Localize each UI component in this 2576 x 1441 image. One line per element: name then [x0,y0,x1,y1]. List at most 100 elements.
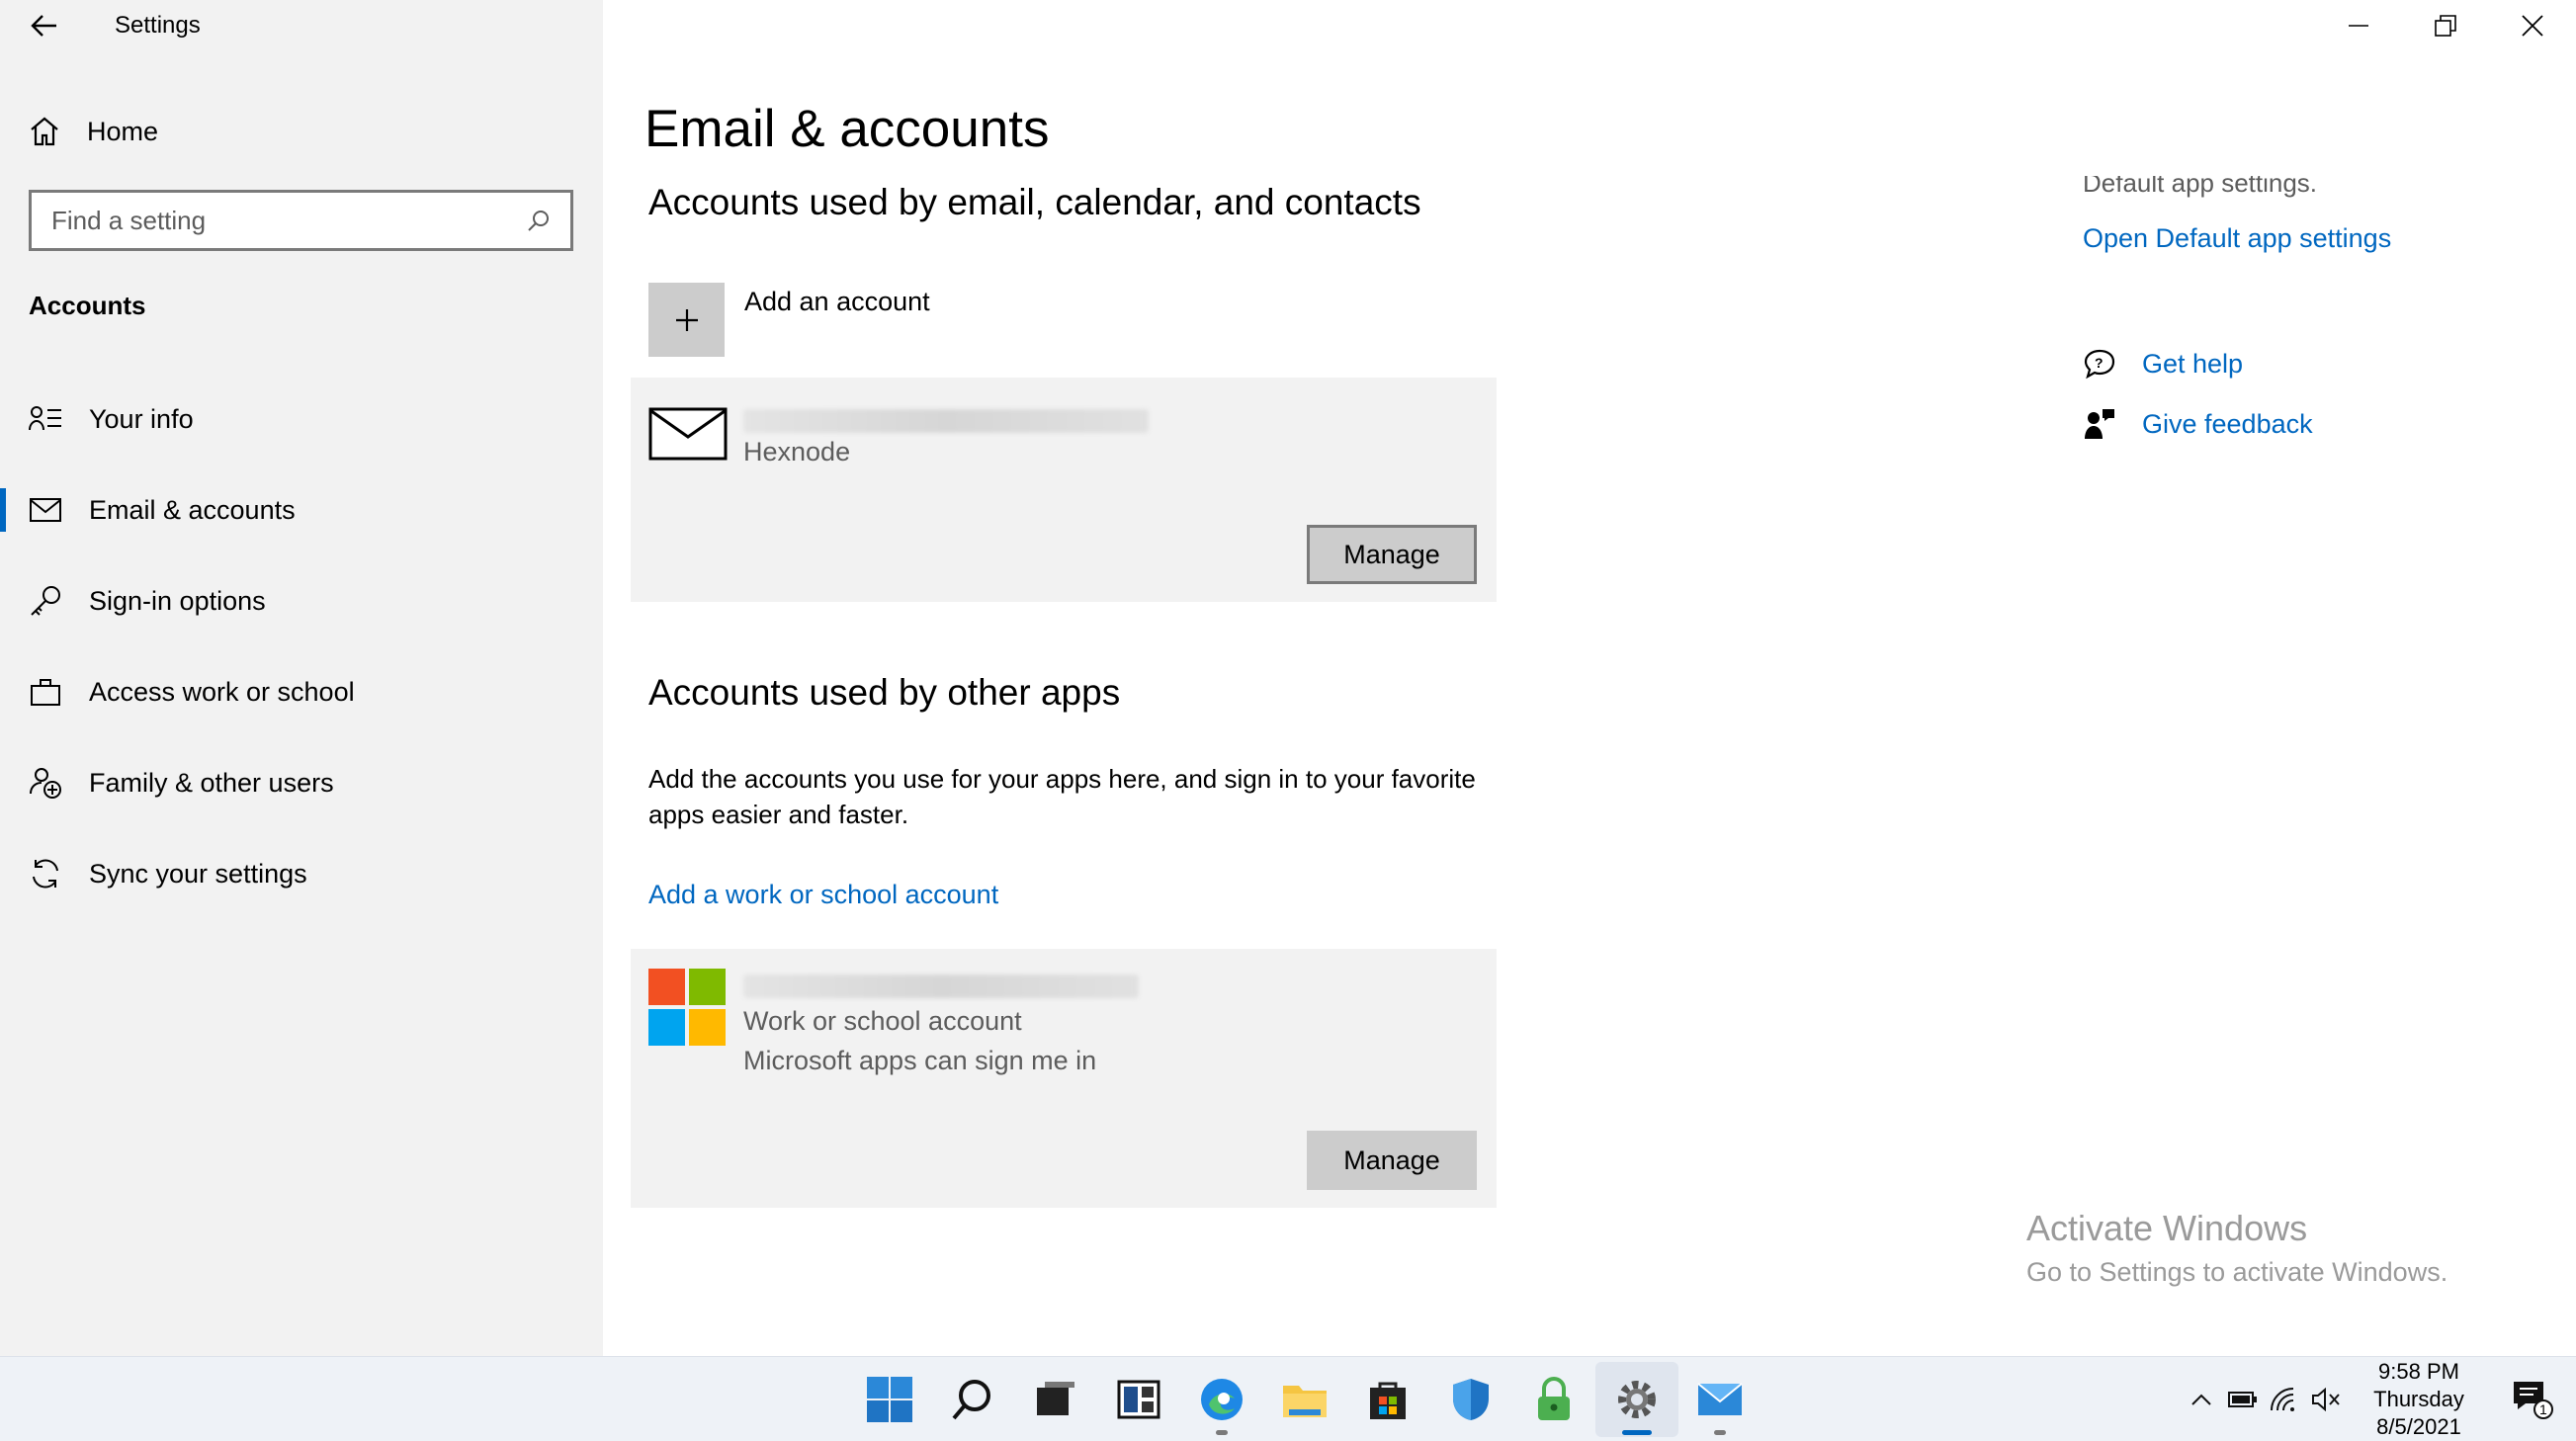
plus-icon [648,283,725,357]
settings-taskbar-button[interactable] [1595,1362,1678,1437]
mail-app-button[interactable] [1678,1362,1761,1437]
give-feedback-label: Give feedback [2142,408,2313,439]
sidebar-item-family-users[interactable]: Family & other users [0,737,603,828]
minimize-button[interactable] [2315,0,2402,51]
battery-icon [2228,1392,2257,1407]
search-box[interactable] [29,190,573,251]
sidebar-item-label: Sign-in options [89,585,266,616]
search-icon[interactable] [527,209,551,232]
email-account-card[interactable]: Hexnode Manage [631,378,1497,602]
chevron-up-icon [2191,1394,2211,1405]
restore-icon [2435,15,2456,37]
notification-count: 1 [2539,1401,2547,1417]
page-title: Email & accounts [644,100,1050,158]
network-button[interactable] [2264,1375,2305,1424]
work-account-card[interactable]: Work or school account Microsoft apps ca… [631,949,1497,1208]
store-button[interactable] [1346,1362,1429,1437]
watermark-title: Activate Windows [2026,1208,2308,1248]
sidebar-item-label: Sync your settings [89,858,307,889]
back-button[interactable] [0,0,89,51]
section-label: Accounts [29,291,146,320]
start-button[interactable] [848,1362,931,1437]
app-title: Settings [115,12,201,39]
clock[interactable]: 9:58 PM Thursday 8/5/2021 [2355,1358,2483,1441]
shield-icon [1453,1379,1489,1420]
back-arrow-icon [31,15,56,37]
redacted-account-name [743,975,1139,998]
account-detail: Microsoft apps can sign me in [743,1046,1097,1075]
restore-button[interactable] [2402,0,2489,51]
widgets-icon [1117,1380,1160,1419]
running-indicator [1622,1430,1652,1435]
sidebar-item-label: Family & other users [89,767,334,798]
window-controls [2315,0,2576,51]
widgets-button[interactable] [1097,1362,1180,1437]
vpn-lock-button[interactable] [1512,1362,1595,1437]
sidebar-item-label: Email & accounts [89,494,296,525]
search-input[interactable] [51,205,527,236]
security-button[interactable] [1429,1362,1512,1437]
account-type: Work or school account [743,1006,1022,1036]
mail-icon [28,492,63,528]
edge-icon [1201,1379,1243,1420]
svg-text:?: ? [2095,355,2104,371]
running-indicator [1714,1430,1726,1435]
other-apps-description: Add the accounts you use for your apps h… [648,764,1476,829]
lock-icon [1538,1377,1570,1420]
sidebar-item-label: Access work or school [89,676,355,707]
sidebar-item-sync-settings[interactable]: Sync your settings [0,828,603,919]
get-help-label: Get help [2142,348,2244,379]
store-bag-icon [1370,1382,1406,1419]
add-account-button[interactable]: Add an account [648,283,930,357]
taskbar-search-button[interactable] [931,1362,1014,1437]
notification-icon: 1 [2514,1382,2553,1419]
sidebar-item-home[interactable]: Home [28,111,158,152]
clock-date: 8/5/2021 [2376,1414,2461,1439]
system-tray: 9:58 PM Thursday 8/5/2021 1 [2181,1357,2576,1441]
task-view-button[interactable] [1014,1362,1097,1437]
minimize-icon [2349,25,2368,27]
sidebar-nav: Your info Email & accounts Sign-in optio… [0,374,603,919]
home-icon [31,117,58,146]
edge-browser-button[interactable] [1180,1362,1263,1437]
key-icon [28,583,63,619]
taskbar: 9:58 PM Thursday 8/5/2021 1 [0,1356,2576,1441]
folder-icon [1283,1386,1327,1417]
manage-work-account-button[interactable]: Manage [1307,1131,1477,1190]
email-section-heading: Accounts used by email, calendar, and co… [648,182,1421,222]
envelope-icon [648,407,728,466]
account-provider: Hexnode [743,437,851,466]
feedback-person-icon [2085,409,2114,439]
notifications-button[interactable]: 1 [2503,1380,2562,1419]
sidebar-item-label: Home [87,116,159,146]
sync-icon [28,856,63,891]
clock-day: Thursday [2373,1387,2464,1411]
help-chat-icon: ? [2084,349,2115,380]
activate-windows-watermark: Activate Windows Go to Settings to activ… [2026,1208,2447,1288]
windows-logo-icon [867,1377,912,1422]
give-feedback-link[interactable]: Give feedback [2083,407,2313,441]
battery-button[interactable] [2222,1375,2264,1424]
faded-related-text: Default app settings. [2083,176,2318,198]
volume-button[interactable] [2305,1375,2347,1424]
taskbar-apps [848,1357,1761,1441]
manage-email-account-button[interactable]: Manage [1307,525,1477,584]
running-indicator [1216,1430,1228,1435]
contact-card-icon [28,401,63,437]
sidebar-item-access-work[interactable]: Access work or school [0,646,603,737]
close-button[interactable] [2489,0,2576,51]
file-explorer-button[interactable] [1263,1362,1346,1437]
show-hidden-icons-button[interactable] [2181,1375,2222,1424]
open-default-app-settings-link[interactable]: Open Default app settings [2083,223,2391,254]
sidebar: Settings Home Accounts Your info Email &… [0,0,603,1356]
sidebar-item-email-accounts[interactable]: Email & accounts [0,465,603,555]
mail-app-icon [1697,1383,1743,1415]
sidebar-item-sign-in-options[interactable]: Sign-in options [0,555,603,646]
clock-time: 9:58 PM [2378,1359,2459,1384]
add-work-school-link[interactable]: Add a work or school account [648,880,998,910]
redacted-account-name [743,409,1149,433]
add-account-label: Add an account [744,287,930,316]
get-help-link[interactable]: ? Get help [2083,348,2243,380]
gear-icon [1618,1381,1656,1418]
sidebar-item-your-info[interactable]: Your info [0,374,603,465]
